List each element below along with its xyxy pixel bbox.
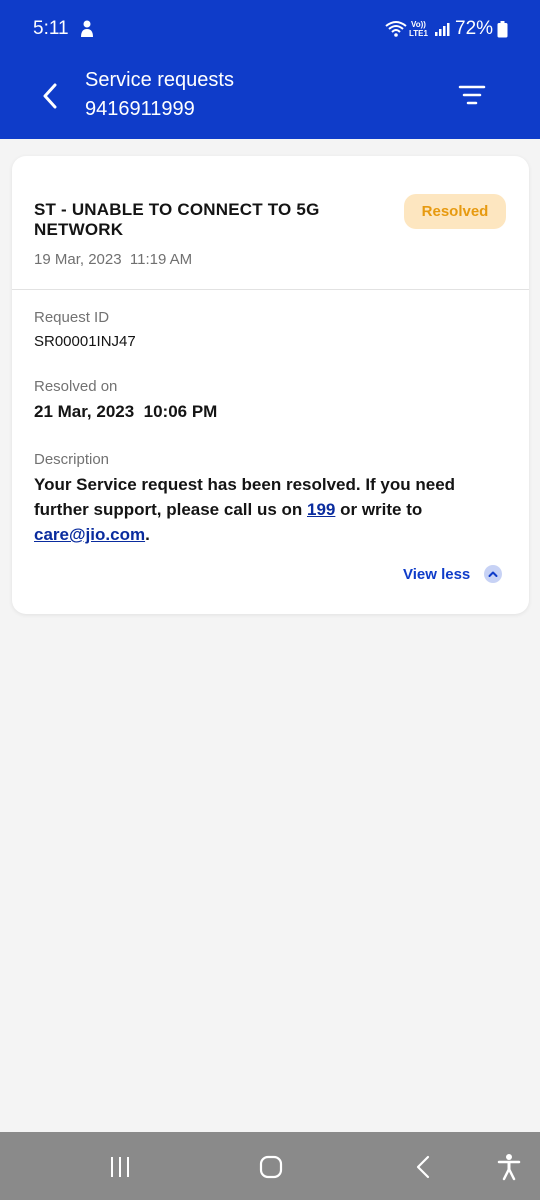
app-header: 5:11 Vo)) LTE1 72% Service requests 9416… xyxy=(0,0,540,139)
home-icon xyxy=(259,1155,283,1179)
request-id-label: Request ID xyxy=(34,309,110,326)
recent-apps-button[interactable] xyxy=(105,1152,135,1182)
request-title: ST - UNABLE TO CONNECT TO 5G NETWORK xyxy=(34,200,320,239)
lte-icon: Vo)) LTE1 xyxy=(409,20,428,38)
filter-button[interactable] xyxy=(452,78,492,112)
status-bar: 5:11 Vo)) LTE1 72% xyxy=(0,0,540,60)
lte-bottom-label: LTE1 xyxy=(409,29,428,38)
view-less-button[interactable]: View less xyxy=(403,566,470,583)
email-link[interactable]: care@jio.com xyxy=(34,525,145,544)
divider xyxy=(12,289,529,290)
back-nav-button[interactable] xyxy=(408,1152,438,1182)
resolved-on-value: 21 Mar, 2023 10:06 PM xyxy=(34,402,218,421)
resolved-on-label: Resolved on xyxy=(34,378,118,395)
description-text: Your Service request has been resolved. … xyxy=(34,472,504,547)
accessibility-button[interactable] xyxy=(494,1152,524,1182)
request-id-value: SR00001INJ47 xyxy=(34,333,136,350)
back-nav-icon xyxy=(416,1155,430,1179)
page-title: Service requests xyxy=(85,69,234,91)
filter-icon xyxy=(458,85,486,105)
signal-icon xyxy=(434,21,450,42)
service-request-card: ST - UNABLE TO CONNECT TO 5G NETWORK Res… xyxy=(12,156,529,614)
lte-top-label: Vo)) xyxy=(411,20,426,29)
status-badge: Resolved xyxy=(404,194,506,229)
person-icon xyxy=(78,19,96,44)
description-part-3: . xyxy=(145,525,150,544)
battery-icon xyxy=(497,21,508,43)
description-part-2: or write to xyxy=(335,500,423,519)
recent-apps-icon xyxy=(111,1157,129,1177)
wifi-icon xyxy=(385,20,407,43)
request-date: 19 Mar, 2023 11:19 AM xyxy=(34,251,193,268)
system-nav-bar xyxy=(0,1132,540,1200)
phone-link[interactable]: 199 xyxy=(307,500,335,519)
description-label: Description xyxy=(34,451,110,468)
home-button[interactable] xyxy=(256,1152,286,1182)
status-time: 5:11 xyxy=(33,18,69,39)
battery-percent: 72% xyxy=(455,18,494,39)
accessibility-icon xyxy=(497,1154,521,1181)
chevron-up-icon[interactable] xyxy=(484,565,502,583)
page-subtitle: 9416911999 xyxy=(85,98,195,120)
back-button[interactable] xyxy=(32,78,68,114)
chevron-left-icon xyxy=(43,83,57,109)
